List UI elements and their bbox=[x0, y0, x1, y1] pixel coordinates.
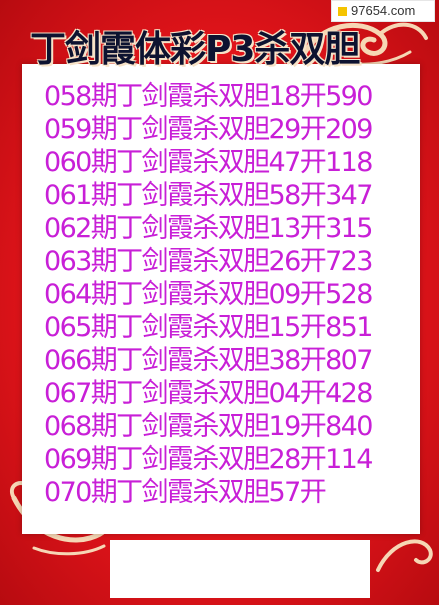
list-item: 066期丁剑霞杀双胆38开807 bbox=[44, 345, 373, 376]
watermark-text: 97654.com bbox=[351, 3, 416, 18]
list-item: 067期丁剑霞杀双胆04开428 bbox=[44, 378, 373, 409]
list-item: 060期丁剑霞杀双胆47开118 bbox=[44, 147, 373, 178]
list-item: 063期丁剑霞杀双胆26开723 bbox=[44, 246, 373, 277]
site-watermark[interactable]: 97654.com bbox=[331, 0, 435, 22]
list-item: 062期丁剑霞杀双胆13开315 bbox=[44, 213, 373, 244]
yellow-square-icon bbox=[338, 7, 347, 16]
list-item: 070期丁剑霞杀双胆57开 bbox=[44, 477, 327, 508]
list-item: 059期丁剑霞杀双胆29开209 bbox=[44, 114, 373, 145]
list-item: 058期丁剑霞杀双胆18开590 bbox=[44, 81, 373, 112]
page-title: 丁剑霞体彩P3杀双胆 bbox=[30, 29, 360, 70]
list-item: 064期丁剑霞杀双胆09开528 bbox=[44, 279, 373, 310]
list-item: 069期丁剑霞杀双胆28开114 bbox=[44, 444, 373, 475]
list-item: 061期丁剑霞杀双胆58开347 bbox=[44, 180, 373, 211]
bottom-white-bar bbox=[110, 540, 370, 598]
draw-list: 058期丁剑霞杀双胆18开590 059期丁剑霞杀双胆29开209 060期丁剑… bbox=[44, 80, 404, 509]
list-item: 068期丁剑霞杀双胆19开840 bbox=[44, 411, 373, 442]
list-item: 065期丁剑霞杀双胆15开851 bbox=[44, 312, 373, 343]
